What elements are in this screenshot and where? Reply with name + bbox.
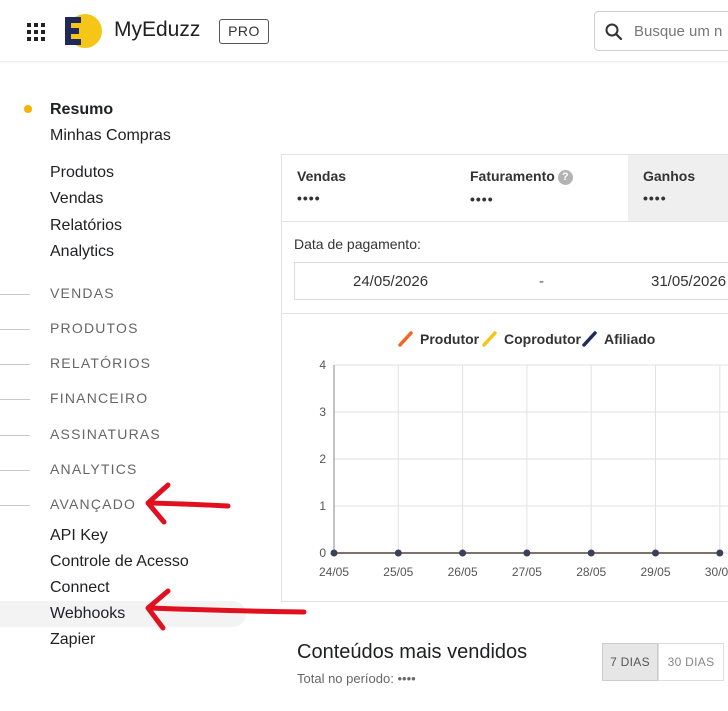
- section-divider: [0, 329, 30, 330]
- sidebar-item-produtos[interactable]: Produtos: [50, 164, 114, 182]
- y-tick-label: 3: [319, 405, 326, 419]
- sidebar-section-financeiro[interactable]: FINANCEIRO: [0, 390, 280, 410]
- search-input[interactable]: [634, 12, 728, 50]
- data-point: [330, 549, 338, 557]
- x-tick-label: 28/05: [576, 565, 606, 579]
- pro-badge: PRO: [219, 19, 269, 44]
- tab-ganhos[interactable]: Ganhos ••••: [628, 155, 728, 221]
- period-30-days-button[interactable]: 30 DIAS: [658, 643, 724, 681]
- section-label: PRODUTOS: [50, 320, 139, 336]
- tab-value: ••••: [297, 190, 321, 206]
- legend-swatch: [582, 331, 597, 347]
- legend-label-produtor: Produtor: [420, 331, 480, 347]
- tab-faturamento[interactable]: Faturamento? ••••: [455, 155, 628, 221]
- tab-label: Vendas: [297, 168, 347, 184]
- sidebar-item-vendas[interactable]: Vendas: [50, 190, 103, 208]
- data-point: [459, 549, 467, 557]
- legend-label-afiliado: Afiliado: [604, 331, 655, 347]
- sidebar-item-connect[interactable]: Connect: [50, 579, 110, 597]
- top-content-title: Conteúdos mais vendidos: [297, 641, 528, 663]
- data-point: [716, 549, 724, 557]
- top-bar: MyEduzz PRO: [0, 0, 728, 62]
- sidebar-section-vendas[interactable]: VENDAS: [0, 285, 280, 305]
- sidebar-section-avancado[interactable]: AVANÇADO: [0, 496, 280, 516]
- tabs-divider: [282, 221, 728, 222]
- y-tick-label: 4: [319, 358, 326, 372]
- sidebar-section-assinaturas[interactable]: ASSINATURAS: [0, 426, 280, 446]
- section-divider: [0, 505, 30, 506]
- earnings-chart: 0 1 2 3 4 24/05 25/05 26/05 27/05 28/05 29/05 30/05…: [319, 331, 728, 579]
- date-end[interactable]: 31/05/2026: [651, 273, 726, 290]
- tab-label-row: Faturamento?: [470, 168, 613, 185]
- sidebar-item-controle-de-acesso[interactable]: Controle de Acesso: [50, 553, 189, 571]
- data-point: [523, 549, 531, 557]
- section-divider: [0, 435, 30, 436]
- total-label: Total no período:: [297, 671, 394, 686]
- data-point: [587, 549, 595, 557]
- date-range-picker[interactable]: 24/05/2026 - 31/05/2026: [294, 262, 728, 300]
- section-label: VENDAS: [50, 285, 115, 301]
- search-box[interactable]: [594, 11, 728, 51]
- help-icon[interactable]: ?: [557, 170, 573, 185]
- section-divider: [0, 399, 30, 400]
- brand-name: MyEduzz: [114, 18, 201, 41]
- data-point: [394, 549, 402, 557]
- sidebar-item-resumo[interactable]: Resumo: [50, 101, 113, 119]
- search-icon: [605, 23, 623, 41]
- tab-label: Ganhos: [643, 168, 696, 184]
- legend-swatch: [482, 331, 497, 347]
- y-tick-label: 0: [319, 546, 326, 560]
- apps-grid-icon[interactable]: [27, 23, 45, 41]
- x-tick-label: 27/05: [512, 565, 542, 579]
- section-label: RELATÓRIOS: [50, 355, 152, 371]
- sidebar-item-relatorios[interactable]: Relatórios: [50, 217, 122, 235]
- section-label: ASSINATURAS: [50, 426, 161, 442]
- x-tick-label: 24/05: [319, 565, 349, 579]
- tab-value: ••••: [470, 191, 494, 207]
- sidebar-item-zapier[interactable]: Zapier: [50, 631, 95, 649]
- y-tick-label: 2: [319, 452, 326, 466]
- section-label: AVANÇADO: [50, 496, 137, 512]
- y-tick-label: 1: [319, 499, 326, 513]
- data-point: [652, 549, 659, 557]
- sidebar-item-api-key[interactable]: API Key: [50, 527, 108, 545]
- sidebar: Resumo Minhas Compras Produtos Vendas Re…: [0, 62, 280, 711]
- section-label: ANALYTICS: [50, 461, 138, 477]
- top-content-total: Total no período: ••••: [297, 671, 416, 686]
- x-tick-label: 30/05: [705, 565, 728, 579]
- sidebar-section-analytics[interactable]: ANALYTICS: [0, 461, 280, 481]
- sidebar-item-analytics[interactable]: Analytics: [50, 243, 114, 261]
- sidebar-item-webhooks[interactable]: Webhooks: [50, 605, 125, 623]
- x-tick-label: 29/05: [641, 565, 671, 579]
- sidebar-item-minhas-compras[interactable]: Minhas Compras: [50, 127, 171, 145]
- date-start[interactable]: 24/05/2026: [353, 273, 428, 290]
- section-divider: [0, 364, 30, 365]
- date-separator: -: [539, 273, 544, 290]
- legend-swatch: [398, 331, 413, 347]
- sidebar-section-produtos[interactable]: PRODUTOS: [0, 320, 280, 340]
- x-tick-label: 25/05: [383, 565, 413, 579]
- section-divider: [0, 294, 30, 295]
- tab-vendas[interactable]: Vendas ••••: [282, 155, 455, 221]
- section-divider: [0, 470, 30, 471]
- x-tick-label: 26/05: [448, 565, 478, 579]
- summary-card: Vendas •••• Faturamento? •••• Ganhos •••…: [281, 154, 728, 602]
- tab-value: ••••: [643, 190, 667, 206]
- sidebar-section-relatorios[interactable]: RELATÓRIOS: [0, 355, 280, 375]
- active-dot: [24, 105, 32, 113]
- total-value: ••••: [397, 671, 416, 686]
- section-label: FINANCEIRO: [50, 390, 149, 406]
- myeduzz-logo-icon[interactable]: [63, 13, 103, 49]
- tab-label: Faturamento: [470, 168, 555, 184]
- period-7-days-button[interactable]: 7 DIAS: [602, 643, 658, 681]
- legend-label-coprodutor: Coprodutor: [504, 331, 582, 347]
- date-label: Data de pagamento:: [294, 236, 421, 252]
